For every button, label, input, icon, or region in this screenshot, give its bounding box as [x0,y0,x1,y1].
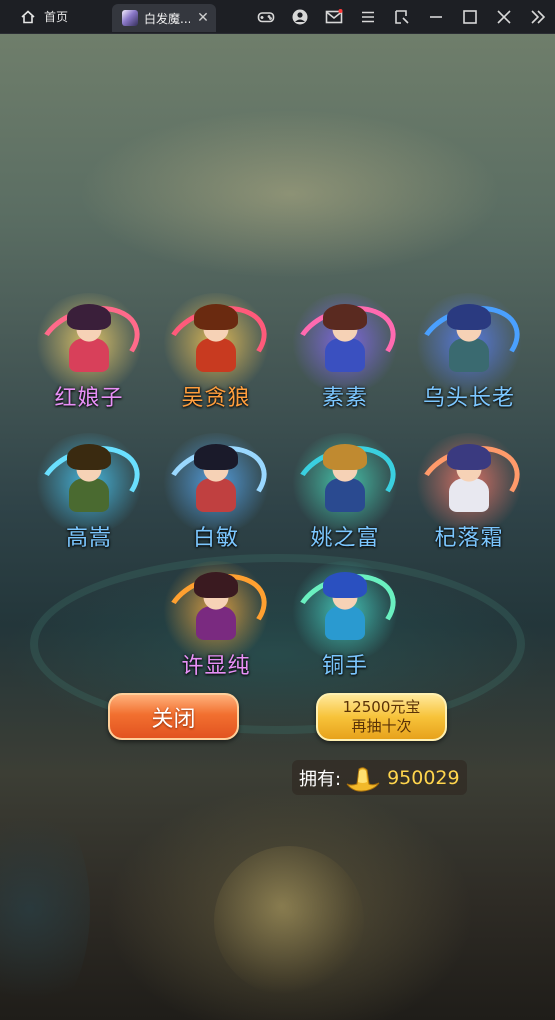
own-label: 拥有: [299,768,342,790]
close-button-label: 关闭 [151,706,196,732]
hero-portrait [61,443,117,514]
currency-amount: 950029 [387,766,460,789]
hero-portrait [188,571,244,642]
background-foliage [0,794,90,1020]
hero-body [196,337,236,372]
hero-hair [447,303,491,330]
game-app-icon [122,10,138,26]
hero-hair [194,303,238,330]
menu-icon[interactable] [351,0,385,34]
hero-hair [323,571,367,598]
hero-body [325,605,365,640]
tab-game-label: 白发魔... [144,11,190,26]
close-button[interactable]: 关闭 [108,693,239,740]
minimize-icon[interactable] [419,0,453,34]
hero-portrait [441,303,497,374]
maximize-icon[interactable] [453,0,487,34]
tab-home-label: 首页 [44,10,69,24]
hero-body [69,477,109,512]
tab-home[interactable]: 首页 [0,0,78,34]
hero-hair [323,443,367,470]
hero-name: 乌头长老 [422,386,515,411]
draw-ten-again-button[interactable]: 12500元宝 再抽十次 [316,693,447,741]
hero-body [449,337,489,372]
hero-portrait [188,303,244,374]
hero-portrait [61,303,117,374]
gold-ingot-icon [346,766,380,792]
draw-cost-label: 12500元宝 [342,698,421,716]
hero-body [449,477,489,512]
hero-portrait [317,571,373,642]
currency-balance: 拥有: 950029 [292,760,467,795]
hero-hair [323,303,367,330]
background-orb [214,846,364,996]
hero-hair [447,443,491,470]
screenshot-icon[interactable] [385,0,419,34]
hero-portrait [317,303,373,374]
hero-hair [67,443,111,470]
hero-body [196,477,236,512]
hero-body [325,337,365,372]
window-titlebar: 首页 白发魔... ✕ [0,0,555,34]
hero-card[interactable]: 杞落霜 [405,422,533,551]
hero-body [196,605,236,640]
hero-body [69,337,109,372]
hero-hair [194,443,238,470]
close-tab-icon[interactable]: ✕ [196,10,210,26]
hero-name: 杞落霜 [434,526,504,551]
hero-body [325,477,365,512]
account-icon[interactable] [283,0,317,34]
hero-name: 铜手 [321,654,368,679]
hero-portrait [188,443,244,514]
draw-ten-label: 再抽十次 [351,717,412,735]
hero-portrait [441,443,497,514]
hero-hair [67,303,111,330]
home-icon [21,9,35,23]
hero-portrait [317,443,373,514]
hero-hair [194,571,238,598]
hero-card[interactable]: 乌头长老 [405,282,533,411]
tab-game[interactable]: 白发魔... ✕ [112,4,216,32]
hero-card[interactable]: 铜手 [281,550,409,679]
close-window-icon[interactable] [487,0,521,34]
gamepad-icon[interactable] [249,0,283,34]
expand-sidebar-icon[interactable] [521,0,555,34]
mail-icon[interactable] [317,0,351,34]
